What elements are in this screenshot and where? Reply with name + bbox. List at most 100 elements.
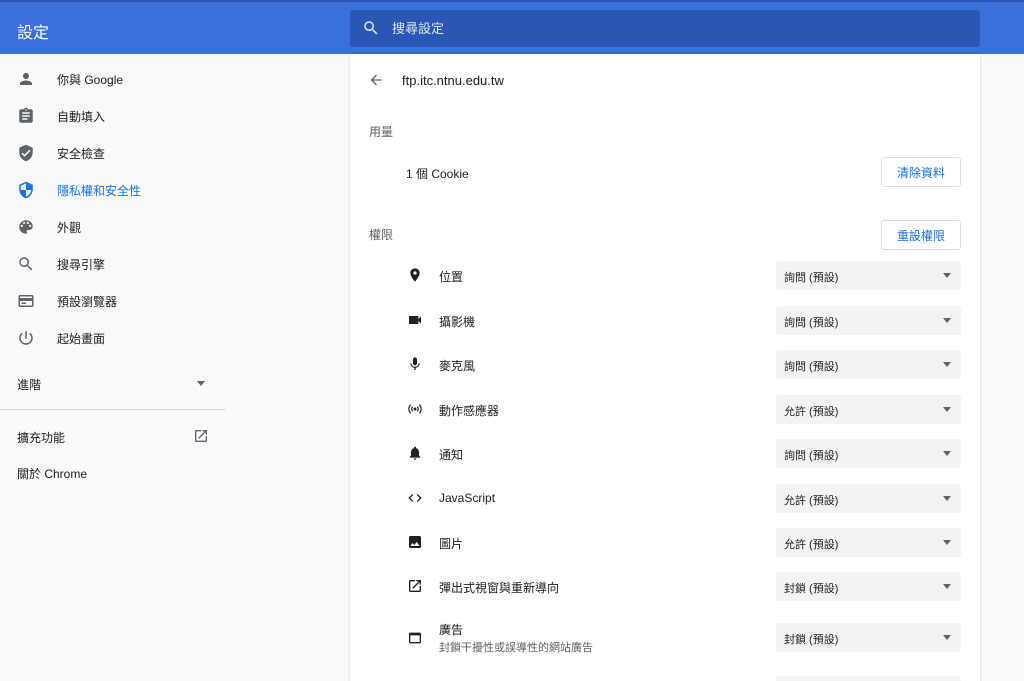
permission-label: 廣告 <box>439 623 464 637</box>
sidebar-item-label: 安全檢查 <box>57 146 106 161</box>
sidebar: 你與 Google 自動填入 安全檢查 隱私權和安全性 外觀 搜尋引擎 預設瀏覽… <box>0 54 226 681</box>
open-in-new-icon <box>407 578 423 594</box>
sidebar-item-you-and-google[interactable]: 你與 Google <box>0 61 226 97</box>
permission-select-ads[interactable]: 封鎖 (預設) <box>776 623 961 652</box>
sidebar-item-label: 你與 Google <box>57 72 124 87</box>
camera-icon <box>407 312 423 328</box>
sidebar-item-default-browser[interactable]: 預設瀏覽器 <box>0 283 226 319</box>
dropdown-arrow-icon <box>943 407 951 412</box>
power-icon <box>17 329 35 347</box>
sidebar-item-label: 起始畫面 <box>57 331 106 346</box>
permission-select-location[interactable]: 詢問 (預設) <box>776 261 961 290</box>
reset-permissions-button[interactable]: 重設權限 <box>881 220 961 250</box>
dropdown-arrow-icon <box>943 273 951 278</box>
site-settings-card: ftp.itc.ntnu.edu.tw 用量 1 個 Cookie 清除資料 權… <box>350 54 980 681</box>
permission-row-motion-sensors: 動作感應器 允許 (預設) <box>350 389 980 429</box>
open-in-new-icon[interactable] <box>193 428 209 444</box>
permission-label: 位置 <box>439 270 464 284</box>
select-value: 封鎖 (預設) <box>784 634 839 646</box>
bell-icon <box>407 445 423 461</box>
person-icon <box>17 70 35 88</box>
select-value: 詢問 (預設) <box>784 361 839 373</box>
permission-select-javascript[interactable]: 允許 (預設) <box>776 484 961 513</box>
search-icon <box>362 19 380 37</box>
sidebar-extensions[interactable]: 擴充功能 <box>17 429 65 446</box>
shield-icon <box>17 181 35 199</box>
dropdown-arrow-icon <box>943 635 951 640</box>
select-value: 封鎖 (預設) <box>784 583 839 595</box>
permission-row-javascript: JavaScript 允許 (預設) <box>350 478 980 518</box>
sidebar-item-on-startup[interactable]: 起始畫面 <box>0 320 226 356</box>
location-pin-icon <box>407 267 423 283</box>
code-icon <box>407 490 423 506</box>
search-box[interactable] <box>350 10 980 47</box>
sidebar-item-safety-check[interactable]: 安全檢查 <box>0 135 226 171</box>
permission-select-next[interactable] <box>776 676 961 681</box>
select-value: 詢問 (預設) <box>784 272 839 284</box>
permission-select-notifications[interactable]: 詢問 (預設) <box>776 439 961 468</box>
chevron-down-icon[interactable] <box>197 381 205 386</box>
permission-label: 彈出式視窗與重新導向 <box>439 581 560 595</box>
cookie-count: 1 個 Cookie <box>406 167 469 181</box>
palette-icon <box>17 218 35 236</box>
permission-row-images: 圖片 允許 (預設) <box>350 522 980 562</box>
permission-select-popups[interactable]: 封鎖 (預設) <box>776 572 961 601</box>
permission-label: 麥克風 <box>439 359 476 373</box>
dropdown-arrow-icon <box>943 584 951 589</box>
sidebar-item-search-engine[interactable]: 搜尋引擎 <box>0 246 226 282</box>
image-icon <box>407 534 423 550</box>
select-value: 允許 (預設) <box>784 495 839 507</box>
sensors-icon <box>407 401 423 417</box>
app-header: 設定 <box>0 0 1024 54</box>
sidebar-item-label: 隱私權和安全性 <box>57 183 142 198</box>
clear-data-button[interactable]: 清除資料 <box>881 157 961 187</box>
permission-row-popups: 彈出式視窗與重新導向 封鎖 (預設) <box>350 566 980 606</box>
permission-label: JavaScript <box>439 491 496 505</box>
select-value: 詢問 (預設) <box>784 317 839 329</box>
page-title: 設定 <box>17 25 50 42</box>
permission-label: 通知 <box>439 448 464 462</box>
permission-label: 圖片 <box>439 537 464 551</box>
permission-row-location: 位置 詢問 (預設) <box>350 255 980 295</box>
site-title: ftp.itc.ntnu.edu.tw <box>402 73 504 88</box>
permission-label: 攝影機 <box>439 315 476 329</box>
dropdown-arrow-icon <box>943 496 951 501</box>
dropdown-arrow-icon <box>943 451 951 456</box>
sidebar-advanced[interactable]: 進階 <box>17 376 41 393</box>
permission-row-ads: 廣告 封鎖干擾性或誤導性的網站廣告 封鎖 (預設) <box>350 618 980 668</box>
sidebar-item-appearance[interactable]: 外觀 <box>0 209 226 245</box>
sidebar-item-privacy[interactable]: 隱私權和安全性 <box>0 172 226 208</box>
ads-window-icon <box>407 630 423 646</box>
permission-row-microphone: 麥克風 詢問 (預設) <box>350 344 980 384</box>
permission-select-images[interactable]: 允許 (預設) <box>776 528 961 557</box>
permission-select-microphone[interactable]: 詢問 (預設) <box>776 350 961 379</box>
dropdown-arrow-icon <box>943 540 951 545</box>
back-arrow-icon[interactable] <box>368 72 384 88</box>
usage-heading: 用量 <box>369 125 394 139</box>
sidebar-item-label: 搜尋引擎 <box>57 257 106 272</box>
sidebar-item-autofill[interactable]: 自動填入 <box>0 98 226 134</box>
sidebar-item-label: 外觀 <box>57 220 82 235</box>
select-value: 詢問 (預設) <box>784 450 839 462</box>
sidebar-item-label: 預設瀏覽器 <box>57 294 118 309</box>
search-icon <box>17 255 35 273</box>
sidebar-about-chrome[interactable]: 關於 Chrome <box>17 465 87 482</box>
browser-icon <box>17 292 35 310</box>
permission-sublabel: 封鎖干擾性或誤導性的網站廣告 <box>439 642 593 654</box>
sidebar-item-label: 自動填入 <box>57 109 106 124</box>
select-value: 允許 (預設) <box>784 539 839 551</box>
select-value: 允許 (預設) <box>784 406 839 418</box>
permissions-heading: 權限 <box>369 228 394 242</box>
sidebar-divider <box>0 409 226 410</box>
search-input[interactable] <box>392 10 962 47</box>
shield-check-icon <box>17 144 35 162</box>
dropdown-arrow-icon <box>943 318 951 323</box>
permission-select-motion-sensors[interactable]: 允許 (預設) <box>776 395 961 424</box>
permission-row-camera: 攝影機 詢問 (預設) <box>350 300 980 340</box>
permission-row-notifications: 通知 詢問 (預設) <box>350 433 980 473</box>
clipboard-icon <box>17 107 35 125</box>
microphone-icon <box>407 356 423 372</box>
dropdown-arrow-icon <box>943 362 951 367</box>
permission-label: 動作感應器 <box>439 404 500 418</box>
permission-select-camera[interactable]: 詢問 (預設) <box>776 306 961 335</box>
